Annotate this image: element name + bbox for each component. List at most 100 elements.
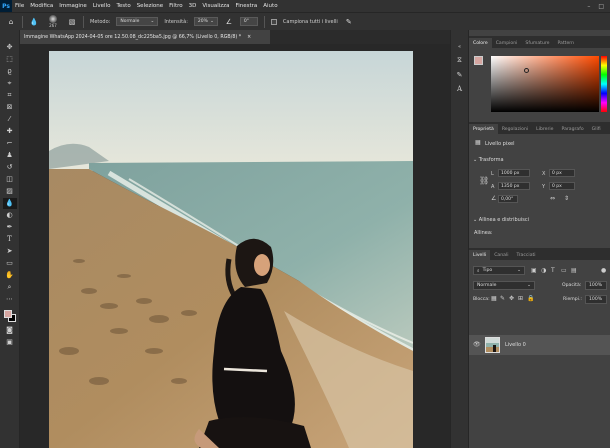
menu-filtro[interactable]: Filtro: [166, 3, 185, 9]
menu-modifica[interactable]: Modifica: [27, 3, 56, 9]
filter-smart-object-icon[interactable]: ▤: [571, 267, 577, 274]
brush-tool-icon[interactable]: ⌐: [3, 138, 17, 149]
tab-sfumature[interactable]: Sfumature: [521, 38, 553, 48]
brush-preset-picker[interactable]: 267: [45, 15, 61, 28]
options-bar: ⌂ 💧 267 ▧ Metodo: Normale ⌄ Intensità: 20…: [0, 12, 610, 30]
rectangle-tool-icon[interactable]: ▭: [3, 258, 17, 269]
tab-regolazioni[interactable]: Regolazioni: [498, 124, 532, 134]
tab-campioni[interactable]: Campioni: [492, 38, 522, 48]
blend-mode-select[interactable]: Normale ⌄: [473, 281, 535, 290]
opacity-field[interactable]: 100%: [585, 281, 607, 290]
lock-all-icon[interactable]: 🔒: [527, 295, 534, 302]
flip-vertical-icon[interactable]: ⇕: [564, 195, 569, 202]
document-image[interactable]: [49, 51, 413, 448]
layer-filter-select[interactable]: ⌕ Tipo ⌄: [473, 266, 525, 275]
character-panel-icon[interactable]: A: [457, 85, 462, 93]
tab-tracciati[interactable]: Tracciati: [513, 250, 540, 260]
more-tools-icon[interactable]: ⋯: [3, 294, 17, 305]
tab-canali[interactable]: Canali: [490, 250, 512, 260]
foreground-color-swatch[interactable]: [3, 310, 12, 318]
layer-row[interactable]: 👁 Livello 0: [469, 335, 610, 355]
blur-tool-icon[interactable]: 💧: [29, 17, 39, 27]
healing-brush-tool-icon[interactable]: ✚: [3, 126, 17, 137]
collapse-panels-icon[interactable]: «: [458, 44, 461, 50]
filter-shape-icon[interactable]: ▭: [561, 267, 567, 274]
hue-slider[interactable]: [601, 56, 607, 112]
brush-panel-icon[interactable]: ✎: [457, 71, 463, 79]
color-swatches[interactable]: [3, 308, 17, 324]
gradient-tool-icon[interactable]: ▨: [3, 186, 17, 197]
flip-horizontal-icon[interactable]: ⇔: [550, 195, 555, 202]
clone-stamp-tool-icon[interactable]: ♟: [3, 150, 17, 161]
marquee-tool-icon[interactable]: ⬚: [3, 54, 17, 65]
tab-proprieta[interactable]: Proprietà: [469, 124, 498, 134]
history-brush-tool-icon[interactable]: ↺: [3, 162, 17, 173]
tab-librerie[interactable]: Librerie: [532, 124, 557, 134]
minimize-button[interactable]: –: [587, 3, 590, 10]
foreground-color-chip[interactable]: [474, 56, 483, 65]
lasso-tool-icon[interactable]: ϱ: [3, 66, 17, 77]
transform-header[interactable]: ⌄ Trasforma: [473, 157, 504, 163]
tab-glifi[interactable]: Glifi: [588, 124, 605, 134]
metodo-select[interactable]: Normale ⌄: [116, 17, 159, 26]
brush-settings-icon[interactable]: ▧: [67, 17, 77, 27]
lock-position-icon[interactable]: ✥: [509, 295, 514, 302]
quick-mask-icon[interactable]: ◙: [3, 325, 17, 336]
frame-tool-icon[interactable]: ⊠: [3, 102, 17, 113]
angle-field[interactable]: 0,00°: [498, 195, 518, 203]
fill-field[interactable]: 100%: [585, 295, 607, 304]
sample-all-checkbox[interactable]: [270, 18, 277, 25]
menu-visualizza[interactable]: Visualizza: [199, 3, 232, 9]
menu-file[interactable]: File: [12, 3, 27, 9]
color-field[interactable]: [491, 56, 599, 112]
tab-colore[interactable]: Colore: [469, 38, 492, 48]
menu-3d[interactable]: 3D: [186, 3, 200, 9]
eyedropper-tool-icon[interactable]: ⁄: [3, 114, 17, 125]
crop-tool-icon[interactable]: ⌗: [3, 90, 17, 101]
blur-tool-icon[interactable]: 💧: [2, 198, 17, 209]
canvas-area[interactable]: [20, 44, 450, 448]
dodge-tool-icon[interactable]: ◐: [3, 210, 17, 221]
lock-transparent-icon[interactable]: ▦: [491, 295, 497, 302]
filter-adjustment-icon[interactable]: ◑: [541, 267, 546, 274]
menu-testo[interactable]: Testo: [113, 3, 133, 9]
quick-select-tool-icon[interactable]: ⌖: [3, 78, 17, 89]
tab-pattern[interactable]: Pattern: [553, 38, 578, 48]
menu-selezione[interactable]: Selezione: [134, 3, 166, 9]
close-tab-icon[interactable]: ×: [247, 35, 251, 40]
screen-mode-icon[interactable]: ▣: [3, 337, 17, 348]
type-tool-icon[interactable]: T: [3, 234, 17, 245]
height-field[interactable]: 1350 px: [498, 182, 530, 190]
menu-finestra[interactable]: Finestra: [232, 3, 260, 9]
lock-image-icon[interactable]: ✎: [500, 295, 505, 302]
lock-artboard-icon[interactable]: ⊞: [518, 295, 523, 302]
width-field[interactable]: 1000 px: [498, 169, 530, 177]
menu-aiuto[interactable]: Aiuto: [260, 3, 280, 9]
color-picker-cursor[interactable]: [524, 68, 529, 73]
menu-immagine[interactable]: Immagine: [56, 3, 90, 9]
maximize-button[interactable]: □: [598, 3, 604, 10]
filter-toggle-icon[interactable]: ●: [601, 267, 606, 274]
tab-paragrafo[interactable]: Paragrafo: [558, 124, 588, 134]
align-header[interactable]: ⌄ Allinea e distribuisci: [473, 217, 529, 223]
move-tool-icon[interactable]: ✥: [3, 42, 17, 53]
angle-field[interactable]: 0°: [239, 17, 258, 26]
filter-pixel-icon[interactable]: ▣: [531, 267, 537, 274]
link-icon[interactable]: ⛓: [479, 176, 489, 185]
intensita-field[interactable]: 20% ⌄: [193, 17, 218, 26]
pen-tool-icon[interactable]: ✒: [3, 222, 17, 233]
history-panel-icon[interactable]: ⧖: [457, 56, 462, 65]
y-field[interactable]: 0 px: [549, 182, 575, 190]
home-icon[interactable]: ⌂: [6, 17, 16, 27]
pressure-icon[interactable]: ✎: [344, 17, 354, 27]
menu-livello[interactable]: Livello: [90, 3, 114, 9]
hand-tool-icon[interactable]: ✋: [3, 270, 17, 281]
filter-type-icon[interactable]: T: [551, 267, 555, 274]
eraser-tool-icon[interactable]: ◫: [3, 174, 17, 185]
path-selection-tool-icon[interactable]: ➤: [3, 246, 17, 257]
eye-icon[interactable]: 👁: [473, 341, 481, 348]
document-tab[interactable]: Immagine WhatsApp 2024-04-05 ore 12.50.0…: [20, 30, 270, 44]
zoom-tool-icon[interactable]: ⌕: [3, 282, 17, 293]
x-field[interactable]: 0 px: [549, 169, 575, 177]
tab-livelli[interactable]: Livelli: [469, 250, 491, 260]
